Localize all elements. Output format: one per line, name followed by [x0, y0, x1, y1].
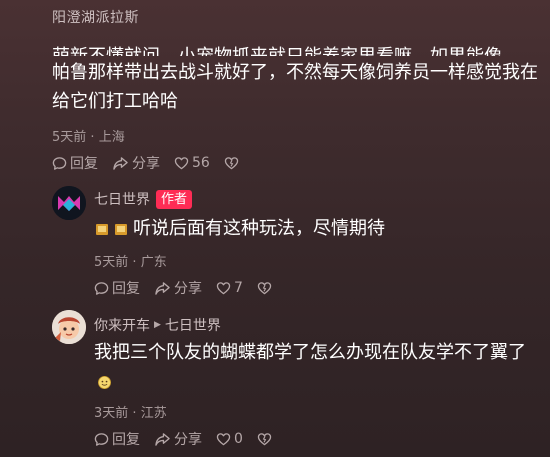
reply-username[interactable]: 七日世界	[94, 189, 150, 209]
share-label: 分享	[132, 156, 160, 172]
reply-actions: 回复 分享 0	[94, 429, 289, 449]
comment-meta: 5天前 · 上海	[52, 126, 125, 145]
reply-label: 回复	[112, 432, 140, 448]
game-logo-avatar	[52, 186, 86, 220]
smile-emoji-icon	[98, 375, 111, 389]
reply-button[interactable]: 回复	[94, 278, 140, 298]
like-button[interactable]: 56	[174, 155, 210, 171]
reply-meta: 3天前 · 江苏	[94, 402, 167, 421]
like-count: 56	[192, 155, 210, 171]
author-badge: 作者	[156, 189, 193, 209]
reply-time: 3天前	[94, 406, 129, 421]
comment-icon	[94, 281, 109, 295]
reply-meta: 5天前 · 广东	[94, 251, 167, 270]
emoji-icon	[115, 224, 127, 235]
reply-text-row: 听说后面有这种玩法，尽情期待	[94, 214, 534, 243]
like-button[interactable]: 0	[216, 431, 243, 447]
avatar[interactable]	[52, 310, 86, 344]
like-count: 0	[234, 431, 243, 447]
dislike-icon	[224, 157, 239, 170]
comment-location: 上海	[98, 130, 125, 145]
comment-text: 帕鲁那样带出去战斗就好了，不然每天像饲养员一样感觉我在给它们打工哈哈	[52, 62, 538, 112]
reply-location: 江苏	[140, 406, 167, 421]
reply-text: 听说后面有这种玩法，尽情期待	[133, 218, 385, 239]
meta-separator: ·	[90, 130, 95, 145]
comment-text-cut-line: 萌新不懂就问，小宠物抓来就只能养家里看嘛，如果能像	[52, 34, 532, 56]
reply-button[interactable]: 回复	[94, 429, 140, 449]
reply-label: 回复	[112, 281, 140, 297]
share-icon	[155, 432, 170, 446]
meta-separator: ·	[132, 255, 137, 270]
reply-to-username[interactable]: 七日世界	[165, 315, 221, 335]
share-button[interactable]: 分享	[112, 153, 160, 173]
reply-actions: 回复 分享 7	[94, 278, 289, 298]
heart-icon	[216, 433, 231, 446]
comment-icon	[94, 432, 109, 446]
comment-time: 5天前	[52, 130, 87, 145]
comment-actions: 回复 分享 56	[52, 153, 256, 173]
share-icon	[113, 156, 128, 170]
reply-text: 我把三个队友的蝴蝶都学了怎么办现在队友学不了翼了	[94, 342, 526, 363]
share-button[interactable]: 分享	[154, 278, 202, 298]
dislike-icon	[257, 282, 272, 295]
share-icon	[155, 281, 170, 295]
dislike-button[interactable]	[224, 156, 242, 170]
like-button[interactable]: 7	[216, 280, 243, 296]
meta-separator: ·	[132, 406, 137, 421]
reply-username-row: 七日世界 作者	[94, 189, 193, 209]
comment-icon	[52, 156, 67, 170]
comment-text-partial: 萌新不懂就问，小宠物抓来就只能养家里看嘛，如果能像	[52, 42, 502, 56]
heart-icon	[216, 282, 231, 295]
dislike-button[interactable]	[257, 281, 275, 295]
reply-button[interactable]: 回复	[52, 153, 98, 173]
reply-username-row: 你来开车 ▶ 七日世界	[94, 315, 221, 335]
like-count: 7	[234, 280, 243, 296]
share-label: 分享	[174, 432, 202, 448]
reply-label: 回复	[70, 156, 98, 172]
dislike-icon	[257, 433, 272, 446]
share-label: 分享	[174, 281, 202, 297]
dislike-button[interactable]	[257, 432, 275, 446]
reply-location: 广东	[140, 255, 167, 270]
avatar[interactable]	[52, 186, 86, 220]
cartoon-avatar	[52, 310, 86, 344]
share-button[interactable]: 分享	[154, 429, 202, 449]
reply-username[interactable]: 你来开车	[94, 315, 150, 335]
play-arrow-icon: ▶	[154, 320, 161, 330]
emoji-icon	[96, 224, 108, 235]
comment-username[interactable]: 阳澄湖派拉斯	[52, 7, 139, 27]
reply-time: 5天前	[94, 255, 129, 270]
heart-icon	[174, 157, 189, 170]
reply-text-block: 我把三个队友的蝴蝶都学了怎么办现在队友学不了翼了	[94, 338, 534, 396]
